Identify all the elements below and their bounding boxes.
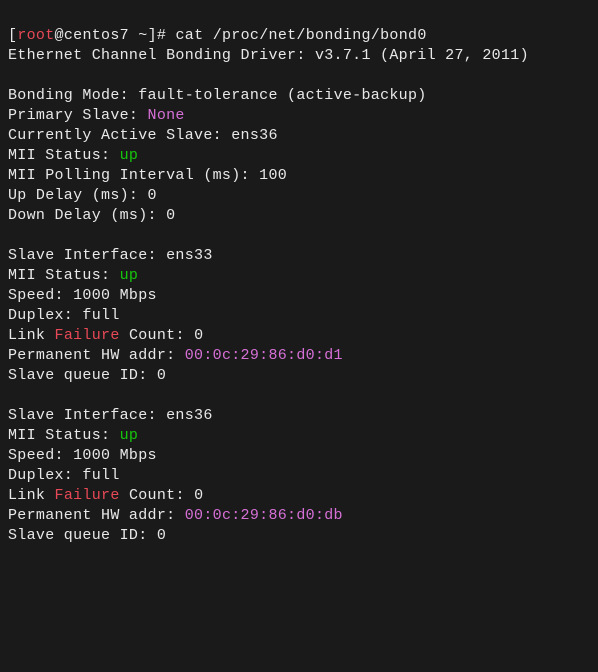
slave-linkfail-prefix: Link	[8, 327, 55, 344]
up-delay-value: 0	[148, 187, 157, 204]
slave-mii-value: up	[120, 267, 139, 284]
prompt-host: centos7	[64, 27, 129, 44]
slave-iface-label: Slave Interface:	[8, 407, 166, 424]
primary-slave-label: Primary Slave:	[8, 107, 148, 124]
slave-queue-label: Slave queue ID:	[8, 367, 157, 384]
slave-linkfail-word: Failure	[55, 327, 120, 344]
driver-line: Ethernet Channel Bonding Driver: v3.7.1 …	[8, 47, 529, 64]
slave-mii-label: MII Status:	[8, 267, 120, 284]
prompt-cwd: ~	[138, 27, 147, 44]
slave-mii-value: up	[120, 427, 139, 444]
slave-queue-value: 0	[157, 527, 166, 544]
slave-iface-value: ens33	[166, 247, 213, 264]
mii-status-value: up	[120, 147, 139, 164]
slave-duplex-value: full	[82, 467, 119, 484]
prompt-user: root	[17, 27, 54, 44]
slave-speed-label: Speed:	[8, 447, 73, 464]
down-delay-label: Down Delay (ms):	[8, 207, 166, 224]
mii-status-label: MII Status:	[8, 147, 120, 164]
slave-duplex-value: full	[82, 307, 119, 324]
slave-duplex-label: Duplex:	[8, 467, 82, 484]
mii-poll-label: MII Polling Interval (ms):	[8, 167, 259, 184]
bonding-mode-label: Bonding Mode:	[8, 87, 138, 104]
active-slave-label: Currently Active Slave:	[8, 127, 231, 144]
command: cat /proc/net/bonding/bond0	[176, 27, 427, 44]
slave-linkfail-value: 0	[194, 327, 203, 344]
slave-hw-value: 00:0c:29:86:d0:db	[185, 507, 343, 524]
slave-iface-label: Slave Interface:	[8, 247, 166, 264]
slave-linkfail-suffix: Count:	[120, 487, 194, 504]
active-slave-value: ens36	[231, 127, 278, 144]
slave-linkfail-prefix: Link	[8, 487, 55, 504]
slave-mii-label: MII Status:	[8, 427, 120, 444]
slave-speed-value: 1000 Mbps	[73, 287, 157, 304]
primary-slave-value: None	[148, 107, 185, 124]
slave-iface-value: ens36	[166, 407, 213, 424]
slave-speed-label: Speed:	[8, 287, 73, 304]
slave-linkfail-value: 0	[194, 487, 203, 504]
mii-poll-value: 100	[259, 167, 287, 184]
slave-linkfail-suffix: Count:	[120, 327, 194, 344]
slave-duplex-label: Duplex:	[8, 307, 82, 324]
slave-linkfail-word: Failure	[55, 487, 120, 504]
slave-hw-value: 00:0c:29:86:d0:d1	[185, 347, 343, 364]
up-delay-label: Up Delay (ms):	[8, 187, 148, 204]
terminal-output: [root@centos7 ~]# cat /proc/net/bonding/…	[8, 26, 590, 546]
bonding-mode-value: fault-tolerance (active-backup)	[138, 87, 426, 104]
slave-speed-value: 1000 Mbps	[73, 447, 157, 464]
slave-hw-label: Permanent HW addr:	[8, 507, 185, 524]
slave-queue-value: 0	[157, 367, 166, 384]
down-delay-value: 0	[166, 207, 175, 224]
slave-hw-label: Permanent HW addr:	[8, 347, 185, 364]
slave-queue-label: Slave queue ID:	[8, 527, 157, 544]
